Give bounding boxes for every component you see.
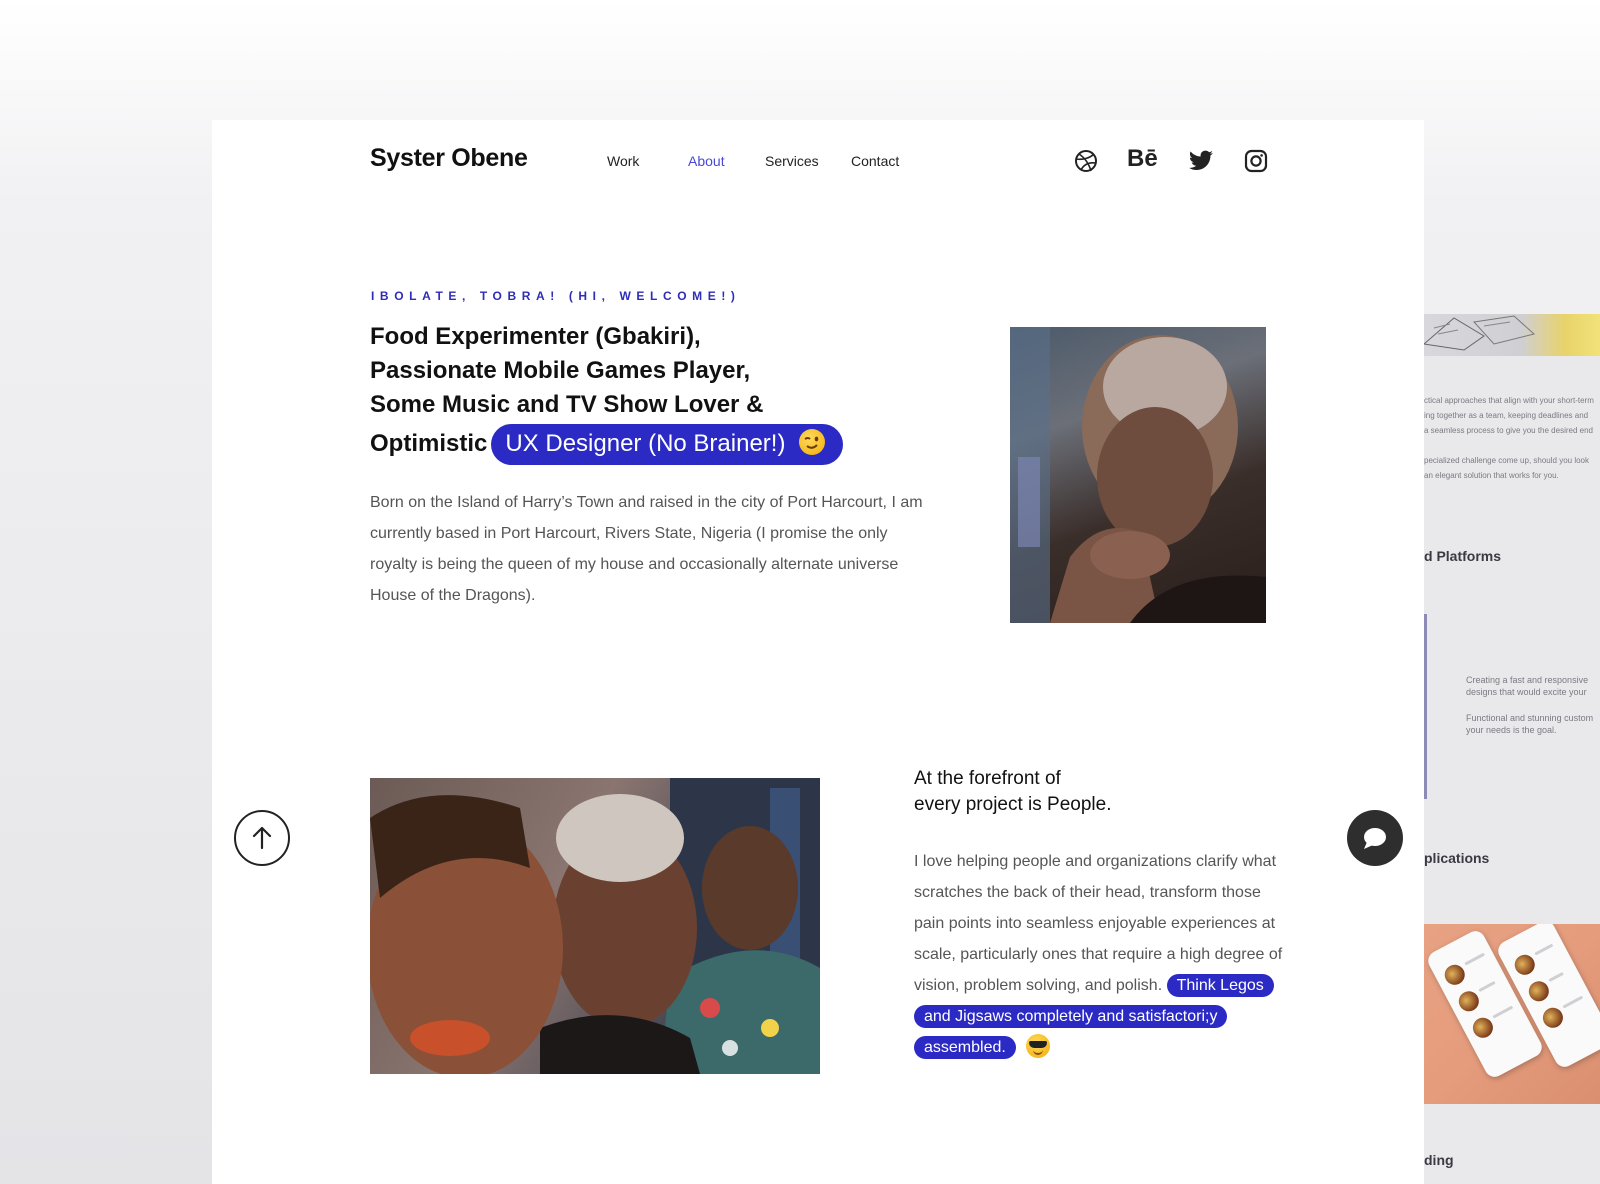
welcome-kicker: IBOLATE, TOBRA! (HI, WELCOME!) (371, 289, 741, 303)
headline-line-2: Passionate Mobile Games Player, (370, 357, 751, 384)
peek-text-2: ing together as a team, keeping deadline… (1424, 411, 1589, 420)
site-logo[interactable]: Syster Obene (370, 144, 528, 173)
headline-line-1: Food Experimenter (Gbakiri), (370, 323, 701, 350)
headline-line-3: Some Music and TV Show Lover & (370, 391, 764, 418)
chat-button[interactable] (1347, 810, 1403, 866)
portrait-photo (1010, 327, 1266, 623)
peek-heading-platforms: d Platforms (1424, 548, 1502, 564)
ux-designer-highlight: UX Designer (No Brainer!) (491, 424, 844, 465)
wink-emoji-icon (799, 429, 826, 455)
behance-icon-text: Bē (1127, 145, 1158, 172)
group-selfie-photo (370, 778, 820, 1074)
peek-text-4: pecialized challenge come up, should you… (1424, 456, 1589, 465)
behance-icon[interactable]: Bē (1127, 145, 1161, 172)
arrow-up-icon (252, 826, 272, 850)
peek-desc-2: designs that would excite your (1466, 687, 1587, 697)
bio-paragraph: Born on the Island of Harry’s Town and r… (370, 494, 923, 604)
nav-work[interactable]: Work (607, 153, 639, 169)
nav-about[interactable]: About (688, 153, 725, 169)
chat-bubble-icon (1364, 828, 1386, 849)
peek-text-5: an elegant solution that works for you. (1424, 471, 1559, 480)
peek-divider (1424, 614, 1427, 799)
app-mockup-image (1424, 924, 1600, 1104)
hero-headline: Food Experimenter (Gbakiri), Passionate … (370, 320, 930, 465)
people-title-line-1: At the forefront of (914, 768, 1061, 789)
peek-text-3: a seamless process to give you the desir… (1424, 426, 1593, 435)
peek-desc-3: Functional and stunning custom (1466, 713, 1594, 723)
background-page-peek: ctical approaches that align with your s… (1424, 314, 1600, 1184)
instagram-icon[interactable] (1243, 148, 1269, 174)
peek-heading-applications: plications (1424, 850, 1490, 866)
portfolio-page: Syster Obene Work About Services Contact… (212, 120, 1424, 1184)
nav-services[interactable]: Services (765, 153, 819, 169)
peek-heading-branding: ding (1424, 1152, 1454, 1168)
people-title-line-2: every project is People. (914, 794, 1112, 815)
people-body-text: I love helping people and organizations … (914, 853, 1283, 994)
peek-text-1: ctical approaches that align with your s… (1424, 396, 1594, 405)
peek-desc-4: your needs is the goal. (1466, 725, 1557, 735)
sketch-image (1424, 314, 1600, 356)
nav-contact[interactable]: Contact (851, 153, 899, 169)
scroll-to-top-button[interactable] (234, 810, 290, 866)
twitter-icon[interactable] (1188, 148, 1214, 174)
dribbble-icon[interactable] (1073, 148, 1099, 174)
sunglasses-emoji-icon (1025, 1034, 1050, 1058)
headline-line-4: Optimistic (370, 430, 488, 457)
ux-designer-text: UX Designer (No Brainer!) (505, 430, 786, 457)
peek-desc-1: Creating a fast and responsive (1466, 675, 1589, 685)
people-paragraph: I love helping people and organizations … (914, 846, 1284, 1063)
people-section-title: At the forefront of every project is Peo… (914, 766, 1112, 818)
